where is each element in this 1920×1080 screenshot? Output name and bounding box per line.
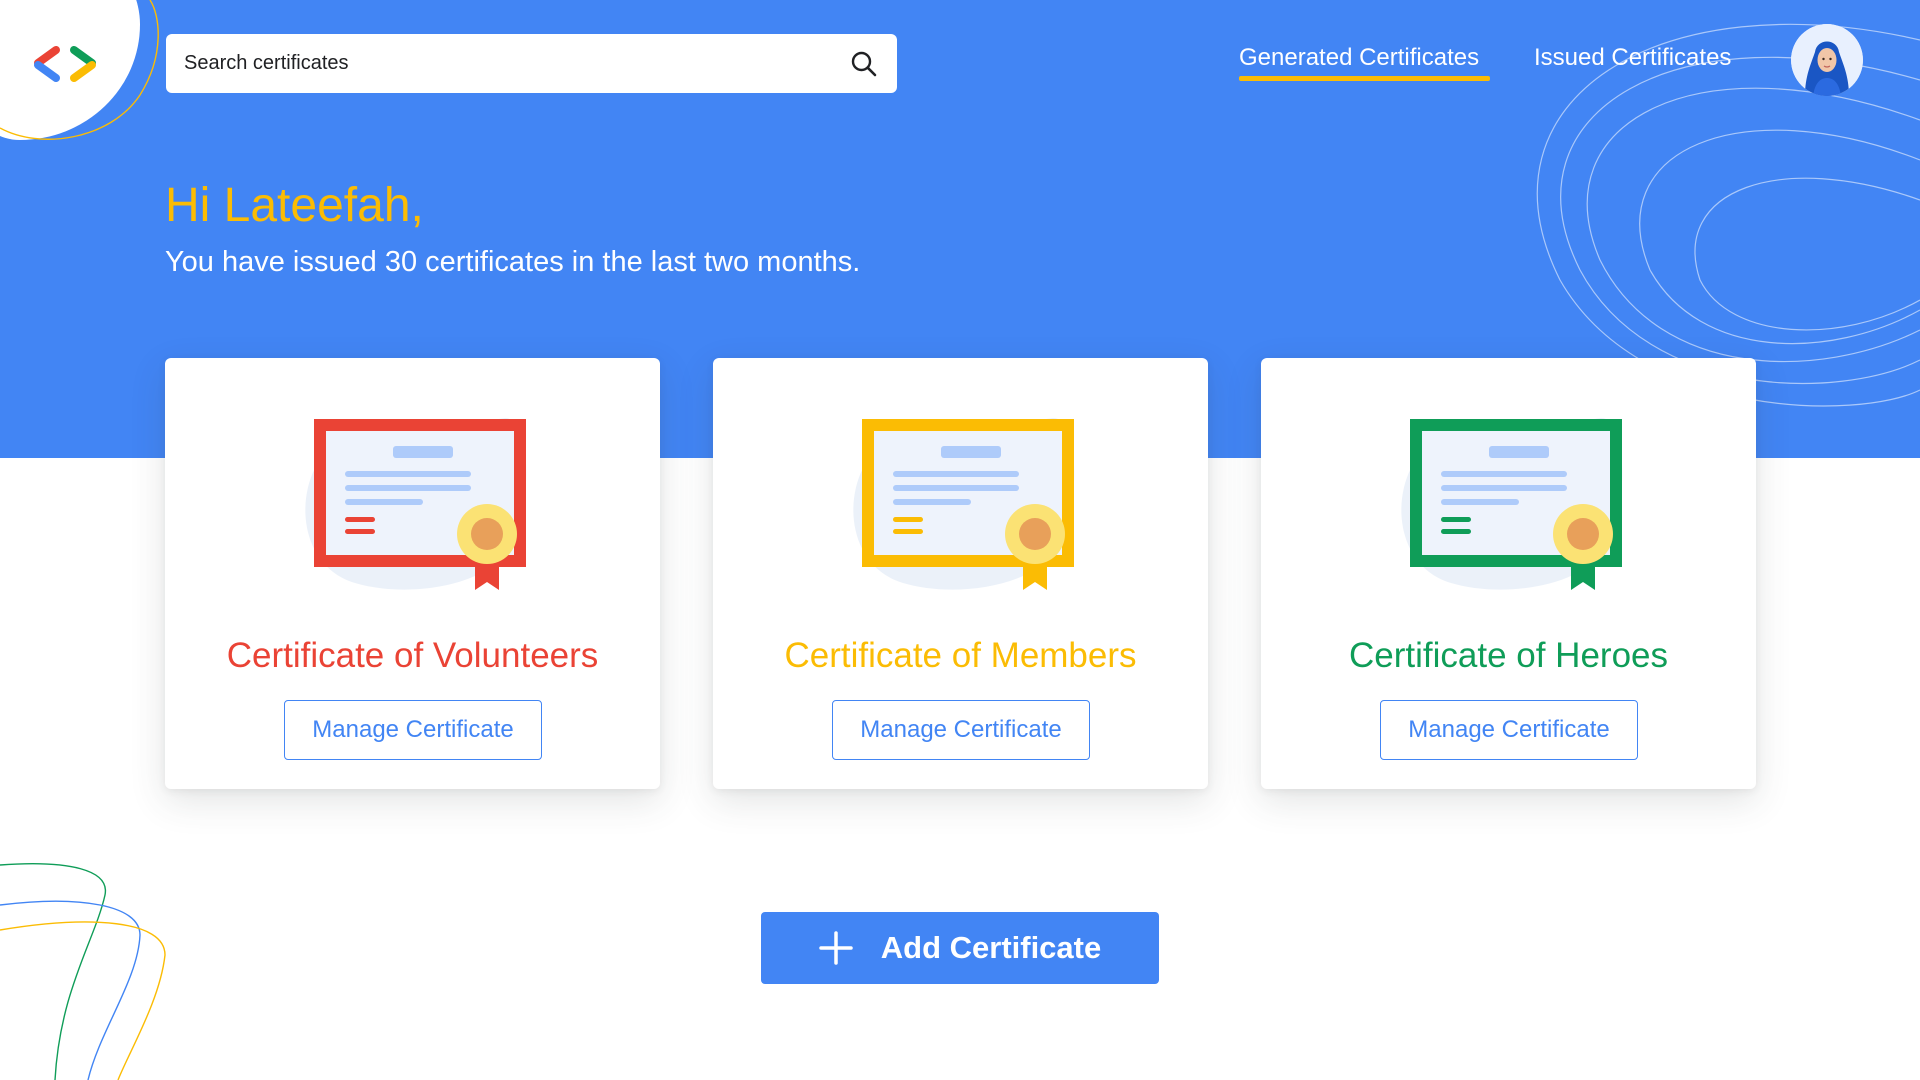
certificate-icon bbox=[853, 418, 1075, 590]
certificate-title: Certificate of Members bbox=[784, 636, 1137, 675]
manage-certificate-button[interactable]: Manage Certificate bbox=[832, 700, 1090, 760]
user-avatar[interactable] bbox=[1791, 24, 1863, 96]
manage-certificate-button[interactable]: Manage Certificate bbox=[1380, 700, 1638, 760]
search-icon[interactable] bbox=[849, 49, 879, 79]
certificate-card-members: Certificate of Members Manage Certificat… bbox=[713, 358, 1208, 789]
search-bar[interactable] bbox=[166, 34, 897, 93]
certificate-icon bbox=[1401, 418, 1623, 590]
code-brackets-logo-icon[interactable] bbox=[30, 44, 100, 84]
plus-icon bbox=[819, 931, 853, 965]
greeting-subtitle: You have issued 30 certificates in the l… bbox=[165, 246, 861, 278]
manage-certificate-button[interactable]: Manage Certificate bbox=[284, 700, 542, 760]
certificate-card-volunteers: Certificate of Volunteers Manage Certifi… bbox=[165, 358, 660, 789]
active-nav-indicator bbox=[1239, 76, 1490, 81]
nav-issued-certificates[interactable]: Issued Certificates bbox=[1534, 44, 1731, 84]
add-certificate-label: Add Certificate bbox=[880, 930, 1102, 965]
certificate-icon bbox=[305, 418, 527, 590]
greeting-title: Hi Lateefah, bbox=[165, 179, 424, 232]
add-certificate-button[interactable]: Add Certificate bbox=[761, 912, 1159, 984]
search-input[interactable] bbox=[184, 34, 849, 93]
certificate-title: Certificate of Heroes bbox=[1348, 636, 1669, 675]
certificate-title: Certificate of Volunteers bbox=[226, 636, 599, 675]
certificate-card-heroes: Certificate of Heroes Manage Certificate bbox=[1261, 358, 1756, 789]
user-avatar-icon bbox=[1791, 24, 1863, 96]
